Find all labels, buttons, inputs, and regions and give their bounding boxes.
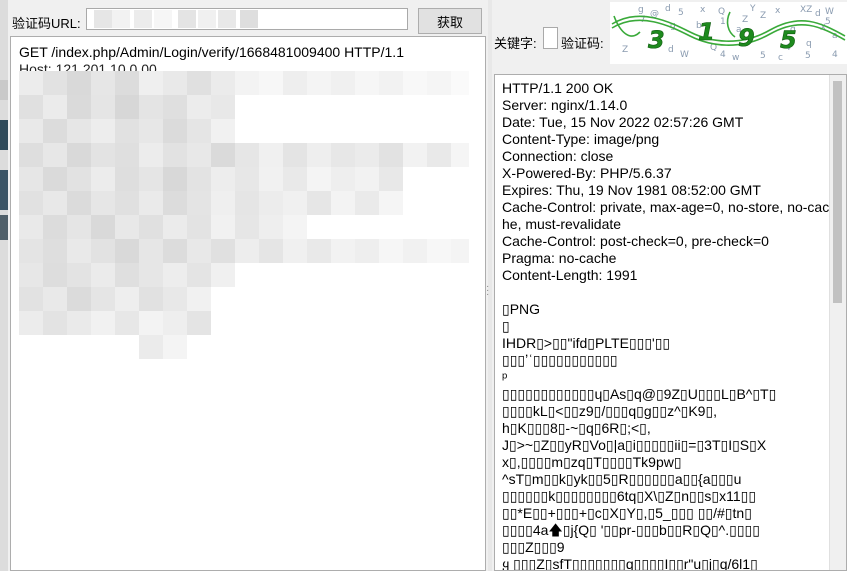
- svg-text:W: W: [680, 50, 689, 60]
- keyword-input[interactable]: [543, 27, 558, 49]
- response-panel: 关键字: 验证码: g @ d 5 xQYZ x XZ d W gXaq 5cw4 QWdZ…: [492, 0, 847, 571]
- request-line: GET /index.php/Admin/Login/verify/166848…: [19, 44, 404, 60]
- left-edge-strip: [0, 0, 8, 571]
- captcha-char-1: 3: [648, 26, 665, 54]
- svg-text:d: d: [665, 4, 671, 14]
- svg-text:5: 5: [825, 17, 831, 27]
- svg-text:Q: Q: [718, 7, 725, 17]
- svg-text:x: x: [775, 6, 781, 16]
- captcha-char-4: 5: [780, 26, 797, 54]
- svg-text:c: c: [778, 53, 783, 63]
- request-host-line: Host: 121.201.10.0.00: [19, 61, 157, 71]
- svg-text:w: w: [732, 53, 739, 63]
- captcha-image: g @ d 5 x Q YZ x XZ d W g Xaq 5 cw4 QWdZ 5 45 7b aZ …: [610, 2, 847, 64]
- svg-text:W: W: [825, 7, 834, 17]
- svg-text:1: 1: [720, 17, 726, 27]
- fetch-button[interactable]: 获取: [418, 8, 482, 34]
- url-redacted-blur: [94, 10, 258, 28]
- svg-text:d: d: [668, 45, 674, 55]
- svg-text:Y: Y: [749, 4, 756, 14]
- captcha-char-3: 9: [738, 24, 755, 52]
- svg-text:5: 5: [805, 51, 811, 61]
- keyword-label: 关键字:: [494, 36, 537, 51]
- svg-text:g: g: [638, 5, 644, 15]
- svg-text:Z: Z: [760, 11, 766, 21]
- svg-text:5: 5: [760, 51, 766, 61]
- svg-text:d: d: [815, 9, 821, 19]
- request-redacted-blur: [19, 71, 469, 359]
- captcha-char-2: 1: [698, 18, 715, 46]
- svg-text:4: 4: [832, 50, 838, 60]
- svg-text:q: q: [806, 39, 812, 49]
- response-content: HTTP/1.1 200 OK Server: nginx/1.14.0 Dat…: [502, 80, 830, 571]
- splitter-grip-icon[interactable]: · · ·: [486, 282, 489, 300]
- svg-text:5: 5: [678, 8, 684, 18]
- svg-text:x: x: [700, 5, 706, 15]
- request-textarea[interactable]: GET /index.php/Admin/Login/verify/166848…: [10, 36, 486, 571]
- svg-text:4: 4: [720, 50, 726, 60]
- response-textarea[interactable]: HTTP/1.1 200 OK Server: nginx/1.14.0 Dat…: [494, 74, 847, 571]
- captcha-label: 验证码:: [561, 36, 604, 51]
- request-panel: 验证码URL: 获取 GET /index.php/Admin/Login/ve…: [8, 0, 488, 571]
- response-scrollbar-thumb[interactable]: [833, 81, 842, 303]
- svg-text:XZ: XZ: [800, 5, 812, 15]
- captcha-url-label: 验证码URL:: [12, 16, 81, 31]
- response-scrollbar[interactable]: [829, 75, 846, 570]
- svg-text:Z: Z: [622, 45, 628, 55]
